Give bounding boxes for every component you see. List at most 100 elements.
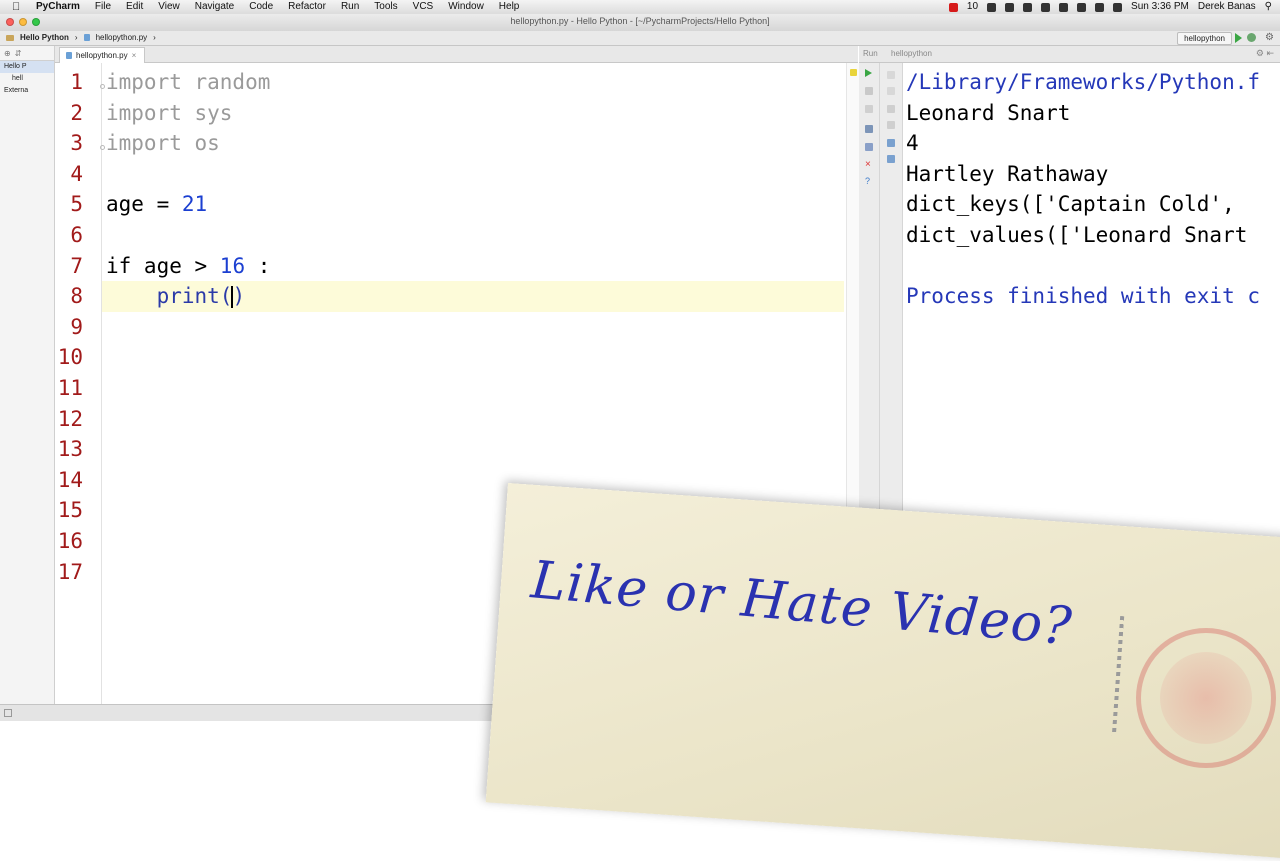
battery-icon[interactable]: [1113, 2, 1123, 12]
project-tree-file[interactable]: hell: [0, 73, 54, 85]
down-arrow-icon[interactable]: [887, 87, 895, 95]
bell-icon[interactable]: [987, 2, 997, 12]
run-icon[interactable]: [1235, 33, 1242, 43]
code-token: :: [245, 254, 271, 278]
project-tree-root[interactable]: Hello P: [0, 61, 54, 73]
line-number: 9: [70, 315, 83, 339]
console-line: dict_values(['Leonard Snart: [906, 223, 1248, 247]
run-console[interactable]: /Library/Frameworks/Python.f Leonard Sna…: [903, 63, 1280, 518]
menu-app-name[interactable]: PyCharm: [36, 0, 80, 14]
warning-marker-icon[interactable]: [850, 69, 857, 76]
close-icon[interactable]: ×: [865, 160, 873, 170]
notification-count[interactable]: 10: [967, 0, 978, 14]
run-panel-label: Run: [863, 49, 878, 58]
pin-icon[interactable]: [865, 143, 873, 151]
console-line: Process finished with exit c: [906, 284, 1261, 308]
wifi-icon[interactable]: [1077, 2, 1087, 12]
code-line: if age > 16 :: [106, 251, 270, 282]
line-number: 12: [57, 407, 83, 431]
breadcrumb-separator: ›: [153, 33, 156, 42]
apple-icon[interactable]: : [12, 0, 20, 14]
menu-file[interactable]: File: [95, 0, 111, 14]
close-tab-icon[interactable]: ×: [132, 48, 137, 63]
spotlight-icon[interactable]: ⚲: [1265, 0, 1272, 14]
scroll-from-source-icon[interactable]: ⇵: [15, 49, 22, 58]
line-number: 17: [57, 560, 83, 584]
print-icon[interactable]: [887, 139, 895, 147]
menu-view[interactable]: View: [158, 0, 180, 14]
menu-navigate[interactable]: Navigate: [195, 0, 234, 14]
bluetooth-icon[interactable]: [1059, 2, 1069, 12]
project-tree-external[interactable]: Externa: [0, 85, 54, 97]
scroll-to-end-icon[interactable]: [887, 121, 895, 129]
fold-marker-icon[interactable]: [100, 84, 105, 89]
collapse-icon[interactable]: ⊕: [4, 49, 11, 58]
menu-run[interactable]: Run: [341, 0, 359, 14]
breadcrumb-separator: ›: [74, 33, 78, 42]
menu-window[interactable]: Window: [448, 0, 484, 14]
editor-tab-bar: hellopython.py ×: [55, 46, 858, 63]
record-icon[interactable]: [948, 2, 958, 12]
run-config-select[interactable]: hellopython: [1177, 32, 1232, 45]
time-machine-icon[interactable]: [1041, 2, 1051, 12]
help-icon[interactable]: ?: [865, 177, 873, 186]
line-number: 13: [57, 437, 83, 461]
up-arrow-icon[interactable]: [887, 71, 895, 79]
folder-icon: [6, 34, 14, 41]
line-number: 2: [70, 101, 83, 125]
volume-icon[interactable]: [1095, 2, 1105, 12]
run-panel-header: Run hellopython ⚙ ⇤: [859, 46, 1280, 63]
code-line: print(): [106, 281, 245, 312]
console-line: /Library/Frameworks/Python.f: [906, 70, 1261, 94]
line-number: 5: [70, 192, 83, 216]
line-number: 3: [70, 131, 83, 155]
menu-vcs[interactable]: VCS: [413, 0, 434, 14]
code-token: print(: [106, 284, 233, 308]
postcard-divider: [1111, 616, 1125, 737]
menu-tools[interactable]: Tools: [374, 0, 397, 14]
project-panel: ⊕ ⇵ Hello P hell Externa: [0, 46, 55, 704]
number-literal: 16: [219, 254, 246, 278]
breadcrumb: Hello Python › hellopython.py ›: [6, 33, 156, 42]
menu-refactor[interactable]: Refactor: [288, 0, 326, 14]
line-number: 15: [57, 498, 83, 522]
number-literal: 21: [181, 192, 208, 216]
settings-icon[interactable]: ⚙ ⇤: [1256, 48, 1274, 59]
line-number: 8: [70, 284, 83, 308]
fold-marker-icon[interactable]: [100, 145, 105, 150]
code-line: import os: [106, 131, 220, 155]
project-toolbar: ⊕ ⇵: [0, 46, 54, 61]
run-toolbar: × ?: [859, 63, 880, 518]
rerun-icon[interactable]: [865, 69, 872, 77]
tab-label: hellopython.py: [76, 51, 128, 60]
tool-window-toggle-icon[interactable]: [4, 709, 12, 717]
user-name[interactable]: Derek Banas: [1198, 0, 1256, 14]
breadcrumb-project[interactable]: Hello Python: [20, 33, 69, 42]
code-line: import random: [106, 70, 271, 94]
breadcrumb-file[interactable]: hellopython.py: [96, 33, 148, 42]
debug-icon[interactable]: [1247, 33, 1256, 42]
layout-icon[interactable]: [865, 125, 873, 133]
gear-icon[interactable]: ⚙: [1265, 32, 1274, 43]
tab-hellopython[interactable]: hellopython.py ×: [59, 47, 146, 63]
drive-icon[interactable]: [1023, 2, 1033, 12]
window-title-bar: hellopython.py - Hello Python - [~/Pycha…: [0, 14, 1280, 32]
code-token: ): [232, 284, 246, 308]
line-number: 4: [70, 162, 83, 186]
clock[interactable]: Sun 3:36 PM: [1131, 0, 1189, 14]
trash-icon[interactable]: [887, 155, 895, 163]
window-title: hellopython.py - Hello Python - [~/Pycha…: [510, 16, 770, 26]
console-line: dict_keys(['Captain Cold',: [906, 192, 1235, 216]
line-number: 14: [57, 468, 83, 492]
code-token: age =: [106, 192, 182, 216]
soft-wrap-icon[interactable]: [887, 105, 895, 113]
pause-icon[interactable]: [865, 105, 873, 113]
run-panel-config: hellopython: [891, 49, 932, 58]
stop-icon[interactable]: [865, 87, 873, 95]
menu-help[interactable]: Help: [499, 0, 520, 14]
line-number: 7: [70, 254, 83, 278]
dropbox-icon[interactable]: [1005, 2, 1015, 12]
menu-code[interactable]: Code: [249, 0, 273, 14]
menu-edit[interactable]: Edit: [126, 0, 143, 14]
line-number: 10: [57, 345, 83, 369]
